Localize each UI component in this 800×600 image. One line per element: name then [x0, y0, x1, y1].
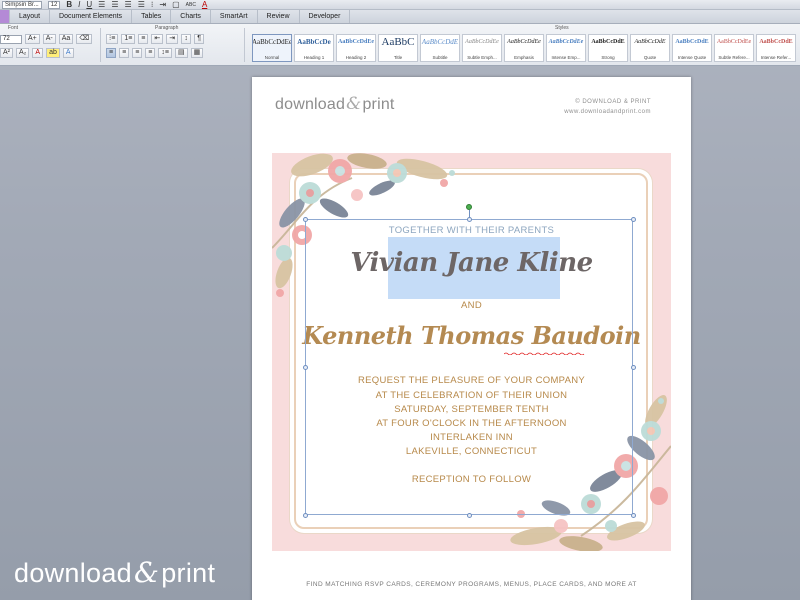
font-name-select[interactable]: Simpsin Br...: [2, 0, 42, 9]
ribbon-divider: [100, 28, 101, 62]
tab-smartart[interactable]: SmartArt: [211, 10, 258, 23]
bullets-icon[interactable]: ⁝: [151, 0, 154, 9]
border-icon[interactable]: ▢: [172, 0, 180, 9]
copyright-text: © DOWNLOAD & PRINT: [575, 99, 651, 105]
tab-tables[interactable]: Tables: [132, 10, 172, 23]
resize-handle-top-left[interactable]: [303, 217, 308, 222]
bold-button[interactable]: B: [66, 0, 72, 9]
align-right-button[interactable]: ≡: [132, 48, 143, 58]
shrink-font-button[interactable]: A-: [42, 34, 56, 44]
style-subtle-reference[interactable]: AaBbCcDdEe Subtle Refere...: [714, 34, 754, 62]
and-line[interactable]: AND: [272, 300, 671, 311]
style-strong[interactable]: AaBbCcDdE Strong: [588, 34, 628, 62]
show-marks-button[interactable]: ¶: [194, 34, 205, 44]
increase-indent-button[interactable]: ⇥: [166, 34, 179, 44]
document-page[interactable]: download&print © DOWNLOAD & PRINT www.do…: [252, 77, 691, 600]
borders-button[interactable]: ▦: [190, 48, 204, 58]
tab-developer[interactable]: Developer: [300, 10, 351, 23]
ribbon-tab-bar: Layout Document Elements Tables Charts S…: [0, 10, 800, 24]
invitation-text[interactable]: TOGETHER WITH THEIR PARENTS Vivian Jane …: [272, 153, 671, 551]
text-color-button[interactable]: A: [32, 48, 44, 58]
align-right-icon[interactable]: ☰: [125, 0, 132, 9]
style-quote[interactable]: AaBbCcDdE Quote: [630, 34, 670, 62]
style-intense-reference[interactable]: AaBbCcDdE Intense Refer...: [756, 34, 796, 62]
underline-button[interactable]: U: [86, 0, 92, 9]
tab-home[interactable]: [0, 10, 10, 23]
styles-gallery: AaBbCcDdEe Normal AaBbCcDe Heading 1 AaB…: [252, 34, 796, 62]
font-group-label: Font: [8, 25, 19, 31]
ribbon-panel: Font Paragraph Styles 72 A+ A- Aa ⌫ A² A…: [0, 24, 800, 66]
request-line-1[interactable]: REQUEST THE PLEASURE OF YOUR COMPANY: [272, 375, 671, 386]
justify-icon[interactable]: ☰: [138, 0, 145, 9]
line-spacing-button[interactable]: ↕≡: [158, 48, 172, 58]
tab-charts[interactable]: Charts: [171, 10, 211, 23]
style-subtle-emphasis[interactable]: AaBbCcDdEe Subtle Emph...: [462, 34, 502, 62]
tab-review[interactable]: Review: [258, 10, 300, 23]
font-color-button[interactable]: A: [202, 0, 207, 9]
brand-logo: download&print: [275, 94, 395, 114]
align-center-button[interactable]: ≡: [119, 48, 130, 58]
spellcheck-underline: [504, 352, 585, 355]
align-left-icon[interactable]: ☰: [98, 0, 105, 9]
style-heading-1[interactable]: AaBbCcDe Heading 1: [294, 34, 334, 62]
styles-group-label: Styles: [555, 25, 569, 31]
superscript-button[interactable]: A²: [0, 48, 13, 58]
resize-handle-top[interactable]: [467, 217, 472, 222]
align-center-icon[interactable]: ☰: [111, 0, 118, 9]
text-effects-button[interactable]: A: [62, 48, 74, 58]
align-left-button[interactable]: ≡: [106, 48, 117, 58]
decrease-indent-button[interactable]: ⇤: [151, 34, 164, 44]
bullets-button[interactable]: ⁝≡: [106, 34, 119, 44]
style-subtitle[interactable]: AaBbCcDdE Subtitle: [420, 34, 460, 62]
shading-button[interactable]: ▤: [174, 48, 188, 58]
subscript-button[interactable]: A₂: [16, 48, 30, 58]
indent-icon[interactable]: ⇥: [159, 0, 166, 9]
together-line[interactable]: TOGETHER WITH THEIR PARENTS: [272, 225, 671, 236]
request-line-6[interactable]: LAKEVILLE, CONNECTICUT: [272, 446, 671, 457]
style-intense-emphasis[interactable]: AaBbCcDdEe Intense Emp...: [546, 34, 586, 62]
tab-layout[interactable]: Layout: [10, 10, 51, 23]
request-line-4[interactable]: AT FOUR O'CLOCK IN THE AFTERNOON: [272, 418, 671, 429]
style-intense-quote[interactable]: AaBbCcDdE Intense Quote: [672, 34, 712, 62]
clear-formatting-icon[interactable]: ⌫: [76, 34, 93, 44]
website-text: www.downloadandprint.com: [564, 109, 651, 115]
sort-button[interactable]: ↕: [181, 34, 192, 44]
request-line-5[interactable]: INTERLAKEN INN: [272, 432, 671, 443]
font-size-field[interactable]: 72: [0, 34, 22, 44]
highlight-color-button[interactable]: ab: [46, 48, 60, 58]
italic-button[interactable]: I: [78, 0, 80, 9]
groom-name[interactable]: Kenneth Thomas Baudoin: [272, 321, 671, 350]
resize-handle-left[interactable]: [303, 365, 308, 370]
request-line-2[interactable]: AT THE CELEBRATION OF THEIR UNION: [272, 390, 671, 401]
highlight-button[interactable]: ABC: [186, 1, 196, 9]
resize-handle-right[interactable]: [631, 365, 636, 370]
tab-document-elements[interactable]: Document Elements: [50, 10, 133, 23]
paragraph-group-label: Paragraph: [155, 25, 179, 31]
style-title[interactable]: AaBbC Title: [378, 34, 418, 62]
invitation-card[interactable]: TOGETHER WITH THEIR PARENTS Vivian Jane …: [272, 153, 671, 551]
resize-handle-top-right[interactable]: [631, 217, 636, 222]
bride-name[interactable]: Vivian Jane Kline: [272, 248, 671, 278]
style-heading-2[interactable]: AaBbCcDdEe Heading 2: [336, 34, 376, 62]
reception-line[interactable]: RECEPTION TO FOLLOW: [272, 474, 671, 485]
resize-handle-bottom[interactable]: [467, 513, 472, 518]
change-case-button[interactable]: Aa: [58, 34, 74, 44]
style-normal[interactable]: AaBbCcDdEe Normal: [252, 34, 292, 62]
watermark-logo: download&print: [14, 556, 216, 589]
ribbon-divider: [244, 28, 245, 62]
font-size-select[interactable]: 12: [47, 0, 61, 9]
footer-note: FIND MATCHING RSVP CARDS, CEREMONY PROGR…: [306, 581, 637, 588]
resize-handle-bottom-left[interactable]: [303, 513, 308, 518]
request-line-3[interactable]: SATURDAY, SEPTEMBER TENTH: [272, 404, 671, 415]
multilevel-list-button[interactable]: ≡: [138, 34, 149, 44]
style-emphasis[interactable]: AaBbCcDdEe Emphasis: [504, 34, 544, 62]
numbering-button[interactable]: 1≡: [121, 34, 136, 44]
copyright-block: © DOWNLOAD & PRINT www.downloadandprint.…: [564, 97, 651, 117]
justify-button[interactable]: ≡: [145, 48, 156, 58]
grow-font-button[interactable]: A+: [25, 34, 40, 44]
resize-handle-bottom-right[interactable]: [631, 513, 636, 518]
formatting-toolbar: Simpsin Br... 12 B I U ☰ ☰ ☰ ☰ ⁝ ⇥ ▢ ABC…: [0, 0, 800, 10]
rotate-handle[interactable]: [466, 204, 472, 210]
